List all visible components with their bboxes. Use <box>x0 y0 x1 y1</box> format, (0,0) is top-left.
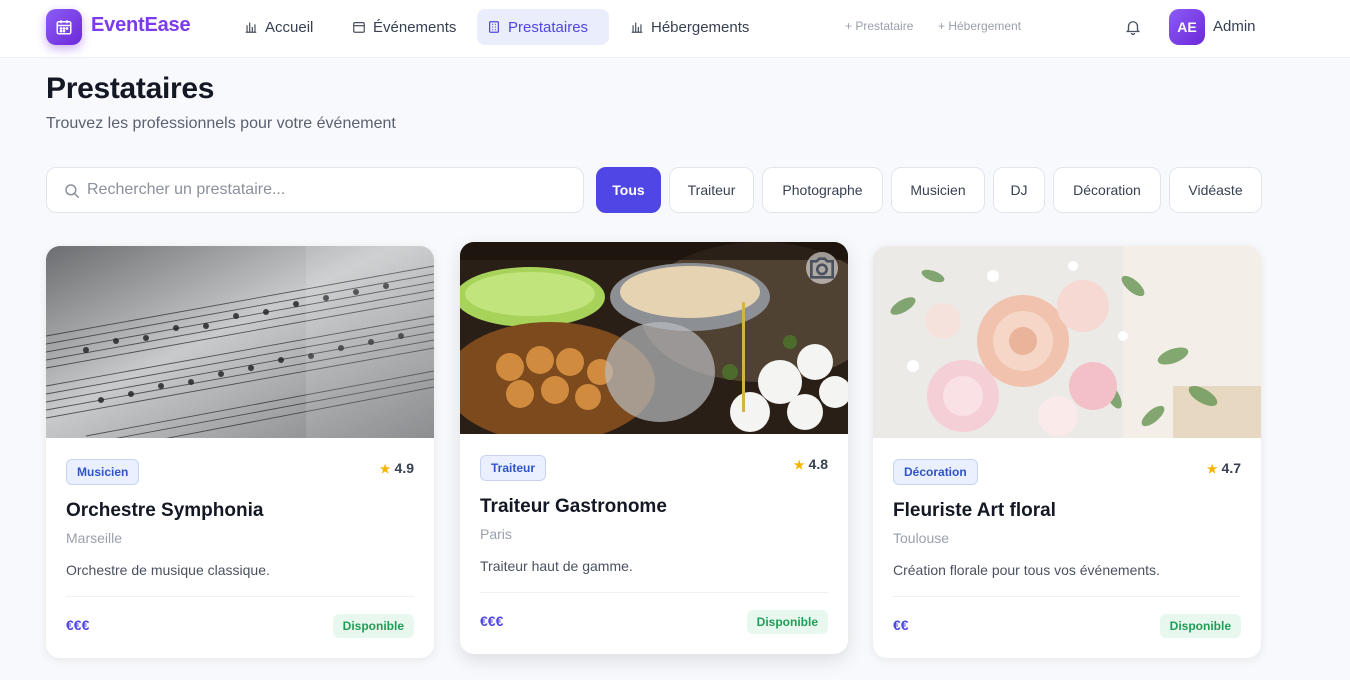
nav-label: Accueil <box>265 18 314 36</box>
star-icon: ★ <box>379 462 391 476</box>
provider-city: Paris <box>480 526 512 542</box>
nav-label: Événements <box>373 18 457 36</box>
flowers-image <box>873 246 1261 438</box>
provider-name[interactable]: Traiteur Gastronome <box>480 496 667 518</box>
search-icon <box>65 184 80 199</box>
provider-description: Traiteur haut de gamme. <box>480 558 633 574</box>
provider-city: Marseille <box>66 530 123 546</box>
filter-musicien[interactable]: Musicien <box>891 167 985 213</box>
filter-tous[interactable]: Tous <box>596 167 661 213</box>
divider <box>480 592 828 593</box>
category-badge: Traiteur <box>480 455 547 481</box>
status-badge: Disponible <box>332 614 414 638</box>
filter-traiteur[interactable]: Traiteur <box>669 167 754 213</box>
nav-label: Prestataires <box>508 18 589 36</box>
rating: ★ 4.7 <box>1207 460 1241 476</box>
filter-videaste[interactable]: Vidéaste <box>1169 167 1262 213</box>
nav-hebergements[interactable]: Hébergements <box>620 9 759 45</box>
rating-value: 4.7 <box>1221 460 1241 476</box>
category-badge: Musicien <box>66 459 140 485</box>
search-box <box>46 167 584 213</box>
price-level: €€ <box>893 617 909 633</box>
sheet-music-image <box>46 246 434 438</box>
rating: ★ 4.9 <box>380 460 414 476</box>
user-name[interactable]: Admin <box>1213 18 1256 35</box>
provider-description: Orchestre de musique classique. <box>66 562 270 578</box>
filter-photographe[interactable]: Photographe <box>762 167 883 213</box>
star-icon: ★ <box>1206 462 1218 476</box>
building-icon <box>489 21 499 33</box>
page-title: Prestataires <box>46 72 215 105</box>
category-badge: Décoration <box>893 459 978 485</box>
calendar-icon <box>353 22 365 33</box>
add-prestataire-link[interactable]: + Prestataire <box>845 19 913 33</box>
calendar-icon[interactable] <box>46 9 82 45</box>
page-subtitle: Trouvez les professionnels pour votre év… <box>46 115 396 132</box>
provider-card[interactable]: Traiteur ★ 4.8 Traiteur Gastronome Paris … <box>460 242 848 654</box>
divider <box>66 596 414 597</box>
star-icon: ★ <box>793 458 805 472</box>
provider-card[interactable]: Musicien ★ 4.9 Orchestre Symphonia Marsei… <box>46 246 434 658</box>
filter-dj[interactable]: DJ <box>993 167 1045 213</box>
chart-icon <box>245 22 257 33</box>
nav-label: Hébergements <box>651 18 750 36</box>
top-navigation-bar: EventEase Accueil Événements Prestataire… <box>0 0 1350 58</box>
price-level: €€€ <box>480 613 504 629</box>
provider-card[interactable]: Décoration ★ 4.7 Fleuriste Art floral Tou… <box>873 246 1261 658</box>
chart-icon <box>631 22 643 33</box>
status-badge: Disponible <box>1159 614 1241 638</box>
camera-icon[interactable] <box>806 252 838 284</box>
avatar[interactable]: AE <box>1169 9 1205 45</box>
filter-decoration[interactable]: Décoration <box>1053 167 1161 213</box>
bell-icon[interactable] <box>1124 18 1142 36</box>
buffet-image <box>460 242 848 434</box>
nav-accueil[interactable]: Accueil <box>234 9 323 45</box>
nav-evenements[interactable]: Événements <box>342 9 466 45</box>
provider-description: Création florale pour tous vos événement… <box>893 562 1160 578</box>
rating-value: 4.9 <box>394 460 414 476</box>
rating-value: 4.8 <box>808 456 828 472</box>
status-badge: Disponible <box>746 610 828 634</box>
price-level: €€€ <box>66 617 90 633</box>
nav-prestataires[interactable]: Prestataires <box>477 9 609 45</box>
provider-name[interactable]: Orchestre Symphonia <box>66 500 263 522</box>
provider-city: Toulouse <box>893 530 950 546</box>
provider-name[interactable]: Fleuriste Art floral <box>893 500 1056 522</box>
rating: ★ 4.8 <box>794 456 828 472</box>
brand-name[interactable]: EventEase <box>91 14 191 37</box>
add-hebergement-link[interactable]: + Hébergement <box>938 19 1021 33</box>
search-input[interactable] <box>87 168 577 212</box>
divider <box>893 596 1241 597</box>
